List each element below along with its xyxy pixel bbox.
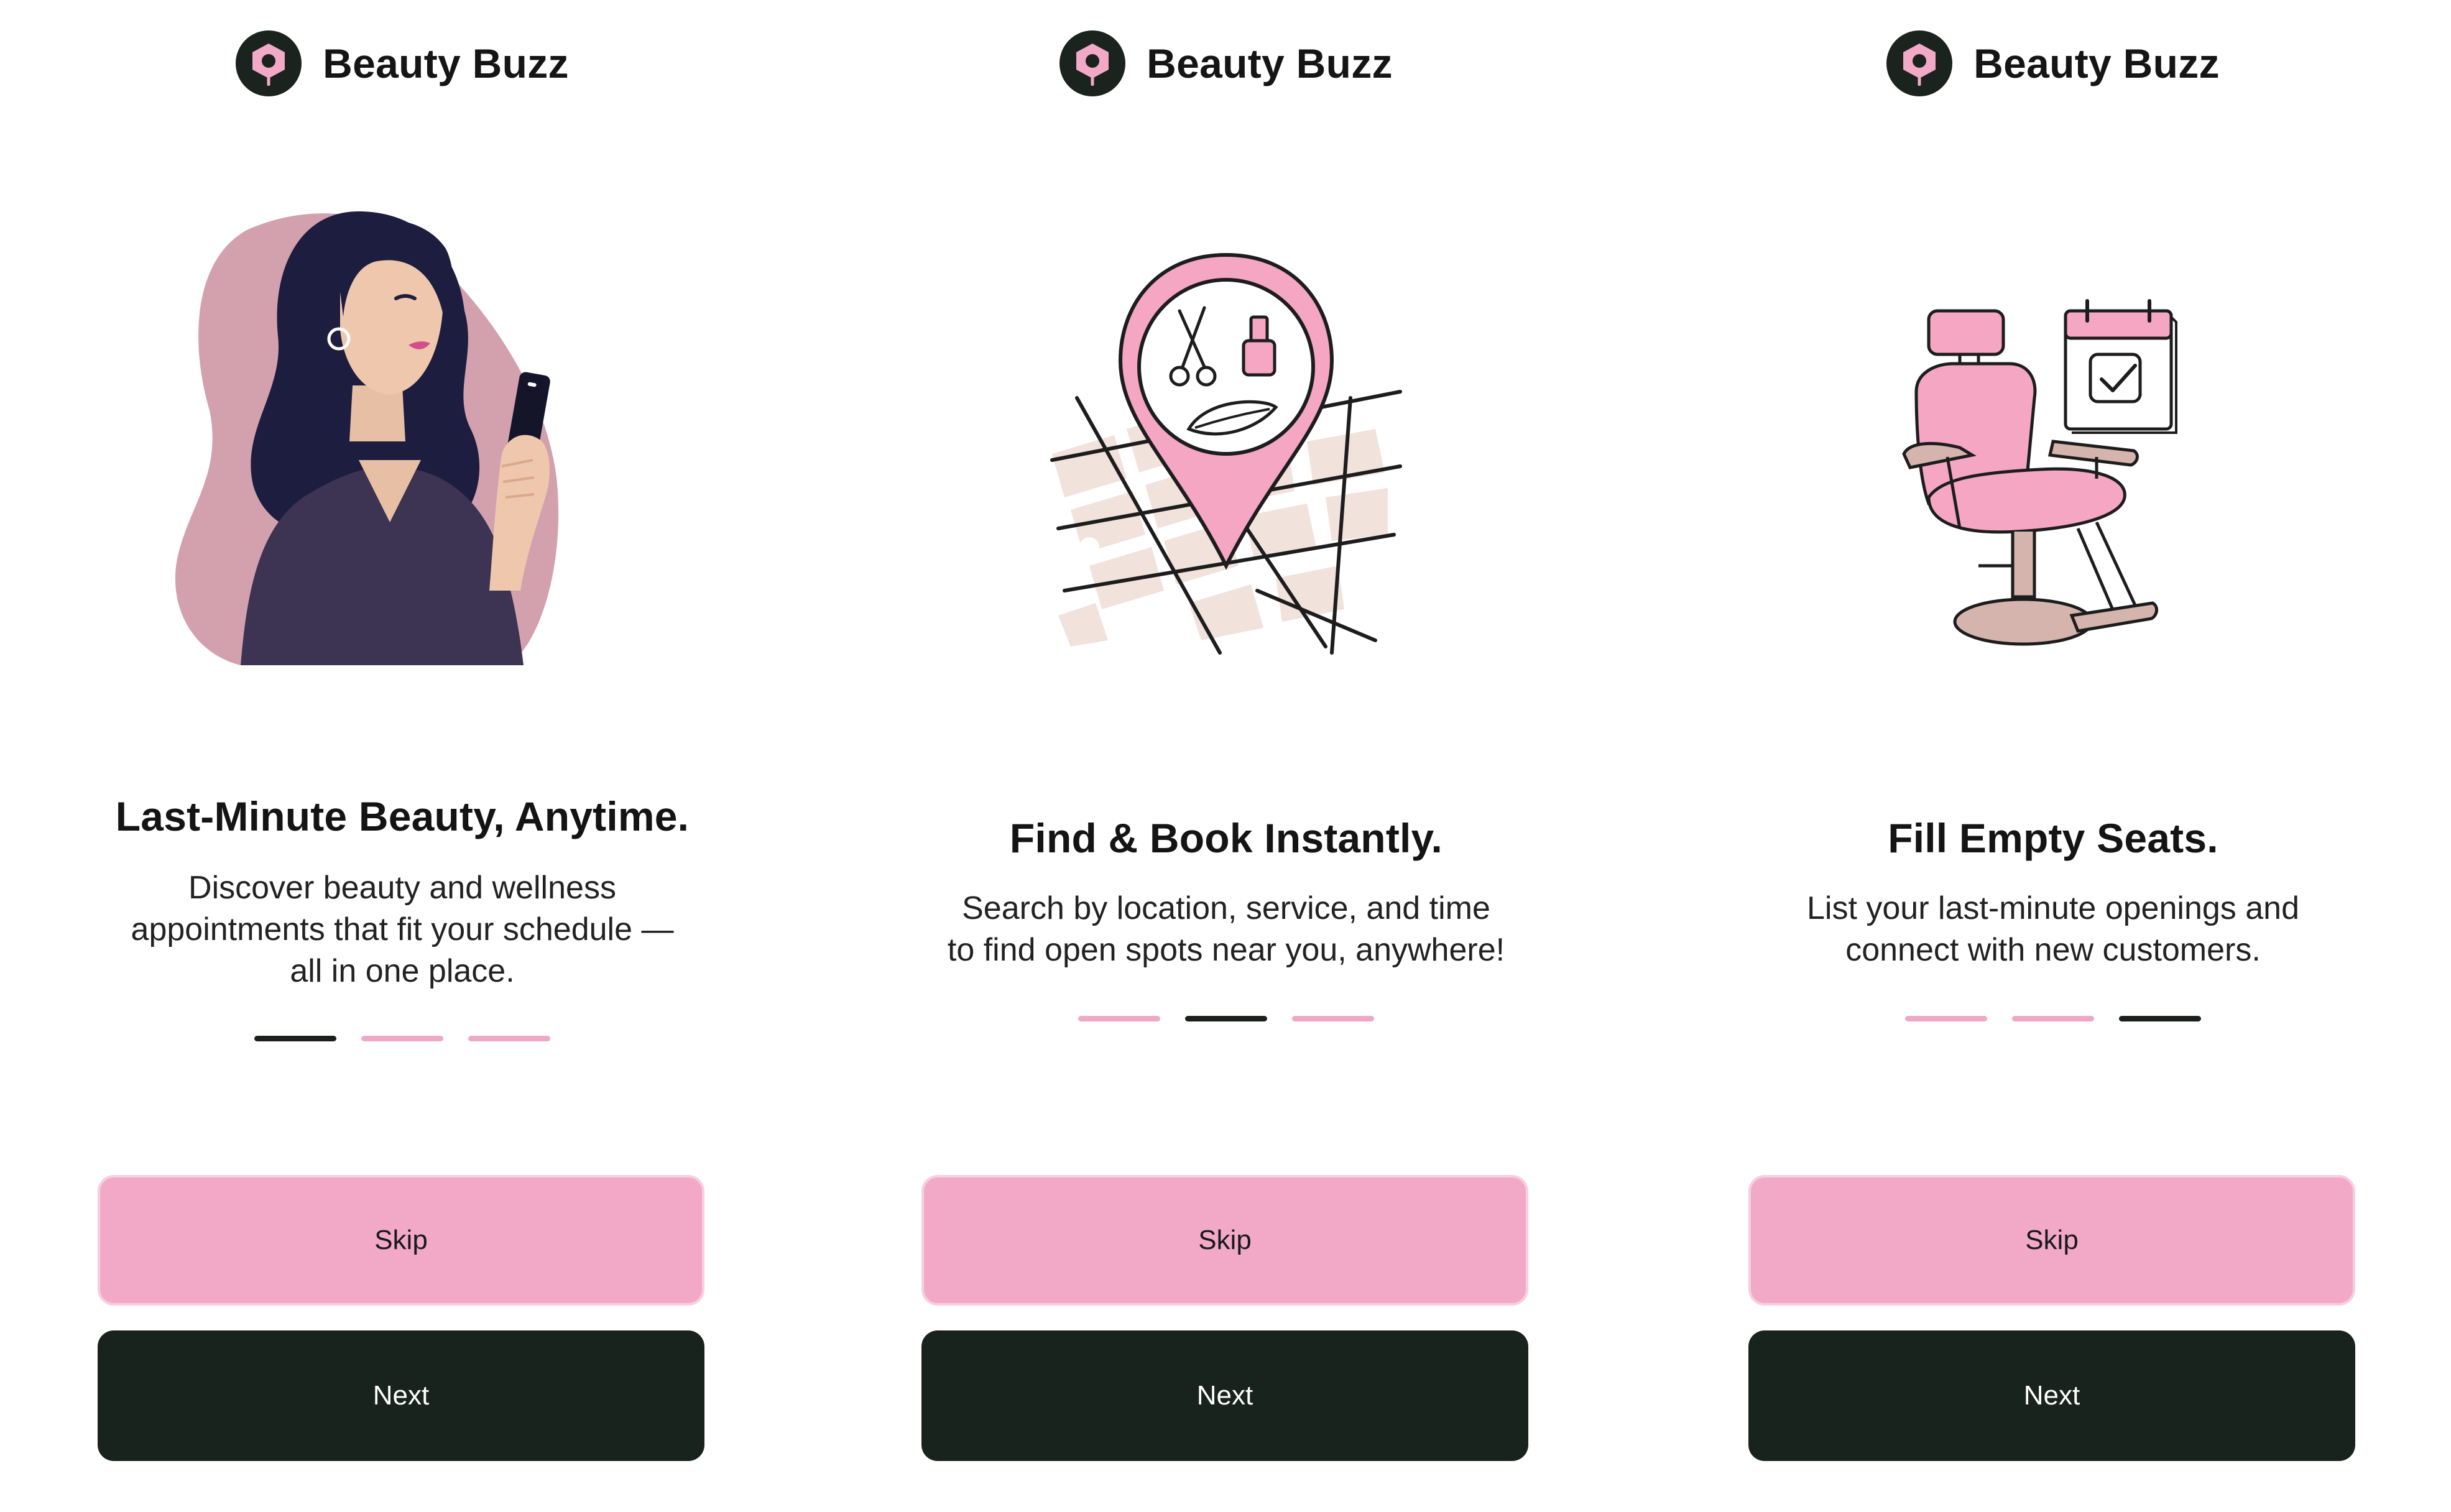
page-indicator (98, 1036, 707, 1041)
onboarding-screens: Beauty Buzz Last-Minute Beauty, Anytime.… (0, 0, 2451, 1512)
page-indicator-dot-2[interactable] (2012, 1016, 2094, 1021)
screen-title: Fill Empty Seats. (1888, 815, 2218, 861)
onboarding-screen-2: Beauty Buzz Find & Book Instantly. Searc… (921, 0, 1531, 1512)
screen-title: Last-Minute Beauty, Anytime. (115, 793, 690, 839)
onboarding-screen-3: Beauty Buzz Fill Empty Seats. List your … (1748, 0, 2358, 1512)
page-indicator-dot-1[interactable] (254, 1036, 336, 1041)
beauty-buzz-logo-icon (1059, 30, 1126, 96)
brand-name: Beauty Buzz (323, 40, 569, 86)
next-button-label: Next (1196, 1380, 1253, 1411)
page-indicator (921, 1016, 1531, 1021)
beauty-buzz-logo-icon (236, 30, 302, 96)
brand-name: Beauty Buzz (1973, 40, 2220, 86)
page-indicator-dot-2[interactable] (1185, 1016, 1267, 1021)
next-button[interactable]: Next (921, 1330, 1528, 1461)
woman-with-phone-illustration (154, 205, 651, 681)
skip-button[interactable]: Skip (921, 1175, 1528, 1306)
screen-description: Search by location, service, and time to… (947, 890, 1505, 968)
page-indicator-dot-1[interactable] (1078, 1016, 1160, 1021)
app-header: Beauty Buzz (921, 29, 1531, 98)
screen-description: List your last-minute openings and conne… (1806, 890, 2299, 968)
next-button-label: Next (372, 1380, 430, 1411)
page-indicator (1748, 1016, 2358, 1021)
brand-name: Beauty Buzz (1147, 40, 1393, 86)
next-button[interactable]: Next (1748, 1330, 2355, 1461)
skip-button[interactable]: Skip (98, 1175, 704, 1306)
onboarding-screen-1: Beauty Buzz Last-Minute Beauty, Anytime.… (98, 0, 707, 1512)
map-pin-illustration (1040, 242, 1413, 681)
page-indicator-dot-1[interactable] (1905, 1016, 1987, 1021)
screen-description: Discover beauty and wellness appointment… (131, 870, 674, 989)
skip-button-label: Skip (1198, 1225, 1252, 1255)
skip-button-label: Skip (2025, 1225, 2079, 1255)
app-header: Beauty Buzz (1748, 29, 2358, 98)
skip-button[interactable]: Skip (1748, 1175, 2355, 1306)
next-button[interactable]: Next (98, 1330, 704, 1461)
app-header: Beauty Buzz (98, 29, 707, 98)
page-indicator-dot-3[interactable] (468, 1036, 550, 1041)
next-button-label: Next (2023, 1380, 2080, 1411)
page-indicator-dot-2[interactable] (361, 1036, 443, 1041)
skip-button-label: Skip (374, 1225, 428, 1255)
screen-title: Find & Book Instantly. (1009, 815, 1443, 861)
page-indicator-dot-3[interactable] (1292, 1016, 1374, 1021)
salon-chair-illustration (1891, 292, 2215, 681)
beauty-buzz-logo-icon (1886, 30, 1953, 96)
page-indicator-dot-3[interactable] (2119, 1016, 2201, 1021)
